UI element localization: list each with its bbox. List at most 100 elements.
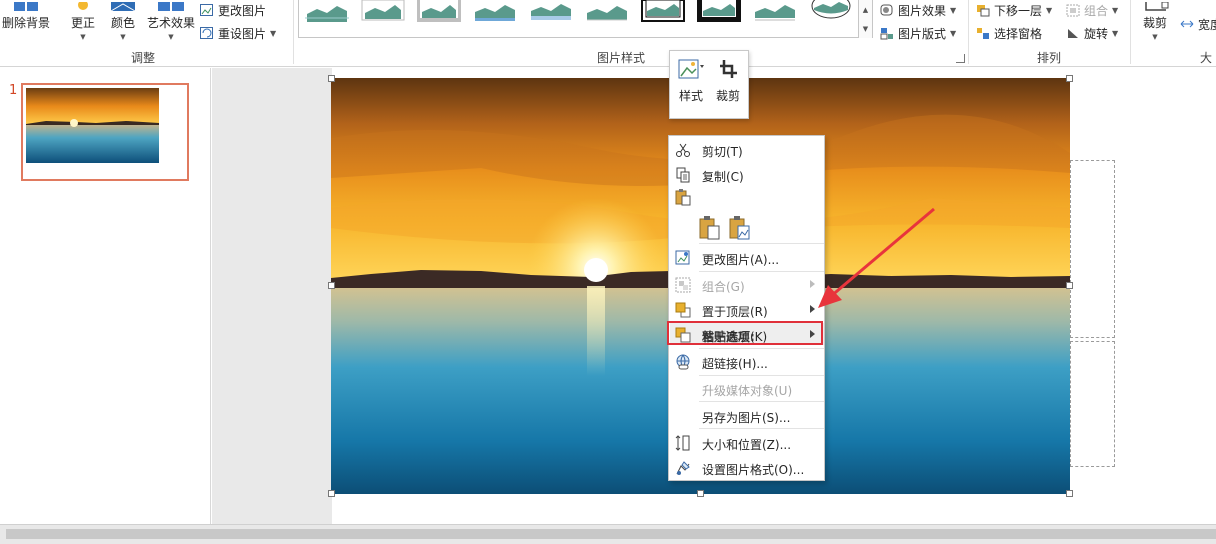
chevron-down-icon: ▼: [1112, 29, 1119, 38]
chevron-down-icon: ▼: [950, 29, 957, 38]
scrollbar-thumb[interactable]: [6, 529, 1216, 539]
chevron-down-icon: ▼: [120, 33, 126, 41]
menu-item-upgrade-media[interactable]: 升级媒体对象(U): [670, 376, 824, 401]
slide-thumbnail[interactable]: [21, 83, 189, 181]
style-thumbnail[interactable]: [641, 0, 685, 22]
resize-handle[interactable]: [328, 75, 335, 82]
ribbon: 删除背景 更正 ▼ 颜色 ▼ 艺术效果 ▼ 更改图片 重设图片 ▼ 调整 ▲ ▼…: [0, 0, 1216, 82]
resize-handle[interactable]: [1066, 75, 1073, 82]
crop-icon: [720, 60, 737, 78]
picture-layout-button[interactable]: 图片版式 ▼: [880, 25, 956, 42]
remove-background-icon: [12, 0, 40, 12]
send-backward-icon: [977, 5, 990, 17]
style-thumbnail[interactable]: [697, 0, 741, 22]
slide-thumbnail-image: [26, 88, 159, 163]
menu-item-format-picture[interactable]: 设置图片格式(O)...: [670, 455, 824, 480]
size-position-icon: [675, 435, 690, 451]
rotate-button[interactable]: 旋转 ▼: [1066, 25, 1118, 42]
width-icon: [1180, 20, 1194, 28]
menu-item-bring-to-front[interactable]: 置于顶层(R): [670, 297, 824, 322]
picture-styles-group-label: 图片样式: [597, 51, 646, 65]
change-picture-icon: [675, 250, 690, 265]
menu-item-hyperlink[interactable]: 超链接(H)...: [670, 349, 824, 374]
text-placeholder[interactable]: [1070, 160, 1115, 338]
crop-button[interactable]: 裁剪 ▼: [1136, 0, 1174, 41]
corrections-button[interactable]: 更正 ▼: [66, 0, 100, 41]
resize-handle[interactable]: [328, 282, 335, 289]
style-thumbnail[interactable]: [585, 0, 629, 22]
chevron-down-icon: ▼: [1046, 6, 1053, 15]
artistic-effects-button[interactable]: 艺术效果 ▼: [145, 0, 197, 41]
menu-item-change-picture[interactable]: 更改图片(A)...: [670, 245, 824, 270]
style-thumbnail[interactable]: [417, 0, 461, 22]
scissors-icon: [676, 143, 690, 157]
chevron-down-icon: ▼: [270, 29, 277, 38]
bring-to-front-icon: [675, 302, 691, 318]
style-thumbnail[interactable]: [361, 0, 405, 22]
style-button[interactable]: 样式: [673, 57, 709, 104]
arrange-group-label: 排列: [1037, 51, 1062, 65]
rotate-icon: [1068, 29, 1078, 38]
picture-style-icon: [678, 59, 704, 79]
style-thumbnail[interactable]: [753, 0, 797, 22]
selection-pane-button[interactable]: 选择窗格: [976, 25, 1042, 42]
paste-keep-formatting-icon[interactable]: [699, 216, 721, 240]
send-backward-button[interactable]: 下移一层 ▼: [976, 2, 1052, 19]
group-button[interactable]: 组合 ▼: [1066, 2, 1118, 19]
style-thumbnail[interactable]: [529, 0, 573, 22]
menu-separator: [699, 401, 824, 402]
resize-handle[interactable]: [328, 490, 335, 497]
picture-styles-gallery[interactable]: ▲ ▼: [298, 0, 873, 38]
resize-handle[interactable]: [1066, 490, 1073, 497]
menu-item-copy[interactable]: 复制(C): [670, 162, 824, 187]
mini-toolbar: 样式 裁剪: [669, 50, 749, 119]
style-thumbnail[interactable]: [473, 0, 517, 22]
picture-layout-icon: [880, 28, 893, 40]
group-divider: [1130, 0, 1131, 64]
chevron-down-icon: ▼: [1112, 6, 1119, 15]
corrections-icon: [71, 0, 95, 12]
text-placeholder[interactable]: [1070, 341, 1115, 467]
menu-separator: [699, 428, 824, 429]
chevron-up-icon[interactable]: ▲: [863, 6, 868, 14]
menu-item-size-and-position[interactable]: 大小和位置(Z)...: [670, 430, 824, 455]
color-button[interactable]: 颜色 ▼: [108, 0, 138, 41]
color-icon: [110, 0, 136, 12]
menu-separator: [699, 243, 824, 244]
chevron-down-icon[interactable]: ▼: [863, 25, 868, 33]
annotation-arrow-icon: [818, 207, 935, 308]
paste-as-picture-icon[interactable]: [729, 216, 751, 240]
group-icon: [1066, 4, 1080, 17]
chevron-down-icon: ▼: [168, 33, 174, 41]
picture-effects-button[interactable]: 图片效果 ▼: [880, 2, 956, 19]
chevron-down-icon: ▼: [80, 33, 86, 41]
style-thumbnail[interactable]: [809, 0, 853, 22]
reset-picture-icon: [200, 27, 213, 39]
reset-picture-button[interactable]: 重设图片 ▼: [200, 25, 276, 42]
copy-icon: [676, 167, 690, 183]
resize-handle[interactable]: [1066, 282, 1073, 289]
mini-crop-button[interactable]: 裁剪: [710, 57, 746, 104]
hyperlink-icon: [676, 354, 690, 370]
group-icon: [675, 277, 691, 293]
width-field[interactable]: 宽度: [1180, 16, 1216, 33]
menu-item-group[interactable]: 组合(G): [670, 272, 824, 297]
chevron-down-icon: ▼: [950, 6, 957, 15]
menu-item-cut[interactable]: 剪切(T): [670, 137, 824, 162]
paste-icon: [675, 189, 691, 206]
menu-item-save-as-picture[interactable]: 另存为图片(S)...: [670, 403, 824, 428]
slide-thumbnail-pane: 1: [0, 68, 211, 524]
group-divider: [293, 0, 294, 64]
crop-icon: [1140, 0, 1170, 12]
group-divider: [968, 0, 969, 64]
selection-pane-icon: [977, 28, 989, 39]
horizontal-scrollbar[interactable]: [0, 524, 1216, 544]
dialog-launcher-icon[interactable]: [956, 54, 965, 63]
resize-handle[interactable]: [697, 490, 704, 497]
powerpoint-window: 删除背景 更正 ▼ 颜色 ▼ 艺术效果 ▼ 更改图片 重设图片 ▼ 调整 ▲ ▼…: [0, 0, 1216, 544]
remove-background-button[interactable]: 删除背景: [0, 0, 52, 31]
gallery-scroll[interactable]: ▲ ▼: [858, 0, 872, 38]
style-thumbnail[interactable]: [305, 0, 349, 22]
change-picture-button[interactable]: 更改图片: [200, 2, 266, 19]
artistic-effects-icon: [156, 0, 186, 12]
